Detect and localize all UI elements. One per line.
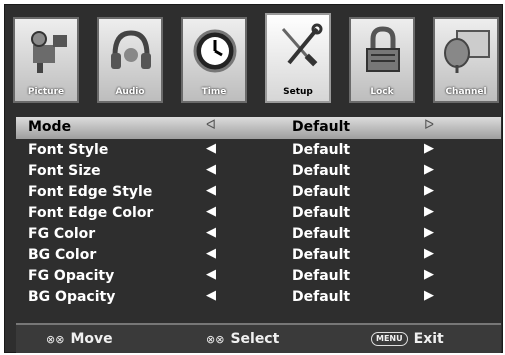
tab-label: Channel	[445, 87, 487, 97]
tab-setup[interactable]: Setup	[265, 13, 331, 103]
row-font-edge-style[interactable]: Font Edge Style ◀ Default ▶	[16, 182, 501, 202]
setting-name: Font Size	[28, 163, 101, 179]
right-arrow-icon[interactable]: ▶	[424, 162, 434, 177]
left-arrow-icon[interactable]: ◀	[206, 183, 216, 198]
setting-value: Default	[292, 268, 351, 284]
setting-name: Mode	[28, 119, 72, 135]
right-arrow-icon[interactable]: ▶	[424, 225, 434, 240]
left-arrow-icon[interactable]: ᐊ	[206, 118, 216, 133]
setting-value: Default	[292, 119, 351, 135]
tab-lock[interactable]: Lock	[349, 17, 415, 103]
tab-label: Lock	[370, 87, 394, 97]
setting-value: Default	[292, 247, 351, 263]
setting-name: Font Edge Color	[28, 205, 154, 221]
tab-picture[interactable]: Picture	[13, 17, 79, 103]
setting-name: Font Style	[28, 142, 109, 158]
setting-name: BG Color	[28, 247, 97, 263]
row-fg-opacity[interactable]: FG Opacity ◀ Default ▶	[16, 266, 501, 286]
tab-audio[interactable]: Audio	[97, 17, 163, 103]
setting-value: Default	[292, 184, 351, 200]
tab-channel[interactable]: Channel	[433, 17, 499, 103]
setting-name: FG Opacity	[28, 268, 115, 284]
setting-value: Default	[292, 289, 351, 305]
wrench-screwdriver-icon	[281, 23, 323, 67]
right-arrow-icon[interactable]: ▶	[424, 246, 434, 261]
settings-list: Mode ᐊ Default ᐅ Font Style ◀ Default ▶ …	[16, 117, 503, 317]
setting-value: Default	[292, 163, 351, 179]
row-font-style[interactable]: Font Style ◀ Default ▶	[16, 140, 501, 160]
setting-value: Default	[292, 205, 351, 221]
row-mode[interactable]: Mode ᐊ Default ᐅ	[16, 117, 501, 139]
left-arrow-icon[interactable]: ◀	[206, 162, 216, 177]
category-tabs: Picture Audio Time Setup Lock Channel	[13, 13, 499, 103]
exit-label: Exit	[413, 331, 444, 347]
row-bg-color[interactable]: BG Color ◀ Default ▶	[16, 245, 501, 265]
tab-label: Setup	[283, 87, 313, 97]
camera-icon	[31, 31, 67, 73]
setting-name: Font Edge Style	[28, 184, 153, 200]
move-hint: ⊗⊗ Move	[46, 331, 113, 347]
tab-label: Time	[201, 87, 227, 97]
exit-hint: MENU Exit	[371, 331, 444, 347]
padlock-icon	[366, 26, 400, 72]
tab-time[interactable]: Time	[181, 17, 247, 103]
left-arrow-icon[interactable]: ◀	[206, 246, 216, 261]
right-arrow-icon[interactable]: ▶	[424, 183, 434, 198]
right-arrow-icon[interactable]: ▶	[424, 267, 434, 282]
left-arrow-icon[interactable]: ◀	[206, 288, 216, 303]
clock-icon	[193, 29, 237, 73]
row-fg-color[interactable]: FG Color ◀ Default ▶	[16, 224, 501, 244]
menu-key-icon: MENU	[371, 332, 408, 346]
setting-value: Default	[292, 142, 351, 158]
row-bg-opacity[interactable]: BG Opacity ◀ Default ▶	[16, 287, 501, 307]
select-label: Select	[230, 331, 280, 347]
right-arrow-icon[interactable]: ▶	[424, 141, 434, 156]
right-arrow-icon[interactable]: ▶	[424, 204, 434, 219]
select-hint: ⊗⊗ Select	[206, 331, 279, 347]
tab-label: Audio	[115, 87, 145, 97]
row-font-size[interactable]: Font Size ◀ Default ▶	[16, 161, 501, 181]
footer-hints: ⊗⊗ Move ⊗⊗ Select MENU Exit	[16, 323, 501, 353]
left-arrow-icon[interactable]: ◀	[206, 267, 216, 282]
tab-label: Picture	[27, 87, 65, 97]
satellite-dish-icon	[444, 30, 490, 73]
left-right-icon: ⊗⊗	[206, 333, 225, 346]
left-arrow-icon[interactable]: ◀	[206, 204, 216, 219]
osd-menu-panel: Picture Audio Time Setup Lock Channel Mo…	[4, 4, 503, 353]
left-arrow-icon[interactable]: ◀	[206, 141, 216, 156]
row-font-edge-color[interactable]: Font Edge Color ◀ Default ▶	[16, 203, 501, 223]
setting-name: BG Opacity	[28, 289, 116, 305]
move-label: Move	[70, 331, 113, 347]
right-arrow-icon[interactable]: ▶	[424, 288, 434, 303]
headphones-icon	[111, 30, 151, 69]
up-down-icon: ⊗⊗	[46, 333, 65, 346]
setting-name: FG Color	[28, 226, 96, 242]
right-arrow-icon[interactable]: ᐅ	[424, 118, 434, 133]
left-arrow-icon[interactable]: ◀	[206, 225, 216, 240]
setting-value: Default	[292, 226, 351, 242]
